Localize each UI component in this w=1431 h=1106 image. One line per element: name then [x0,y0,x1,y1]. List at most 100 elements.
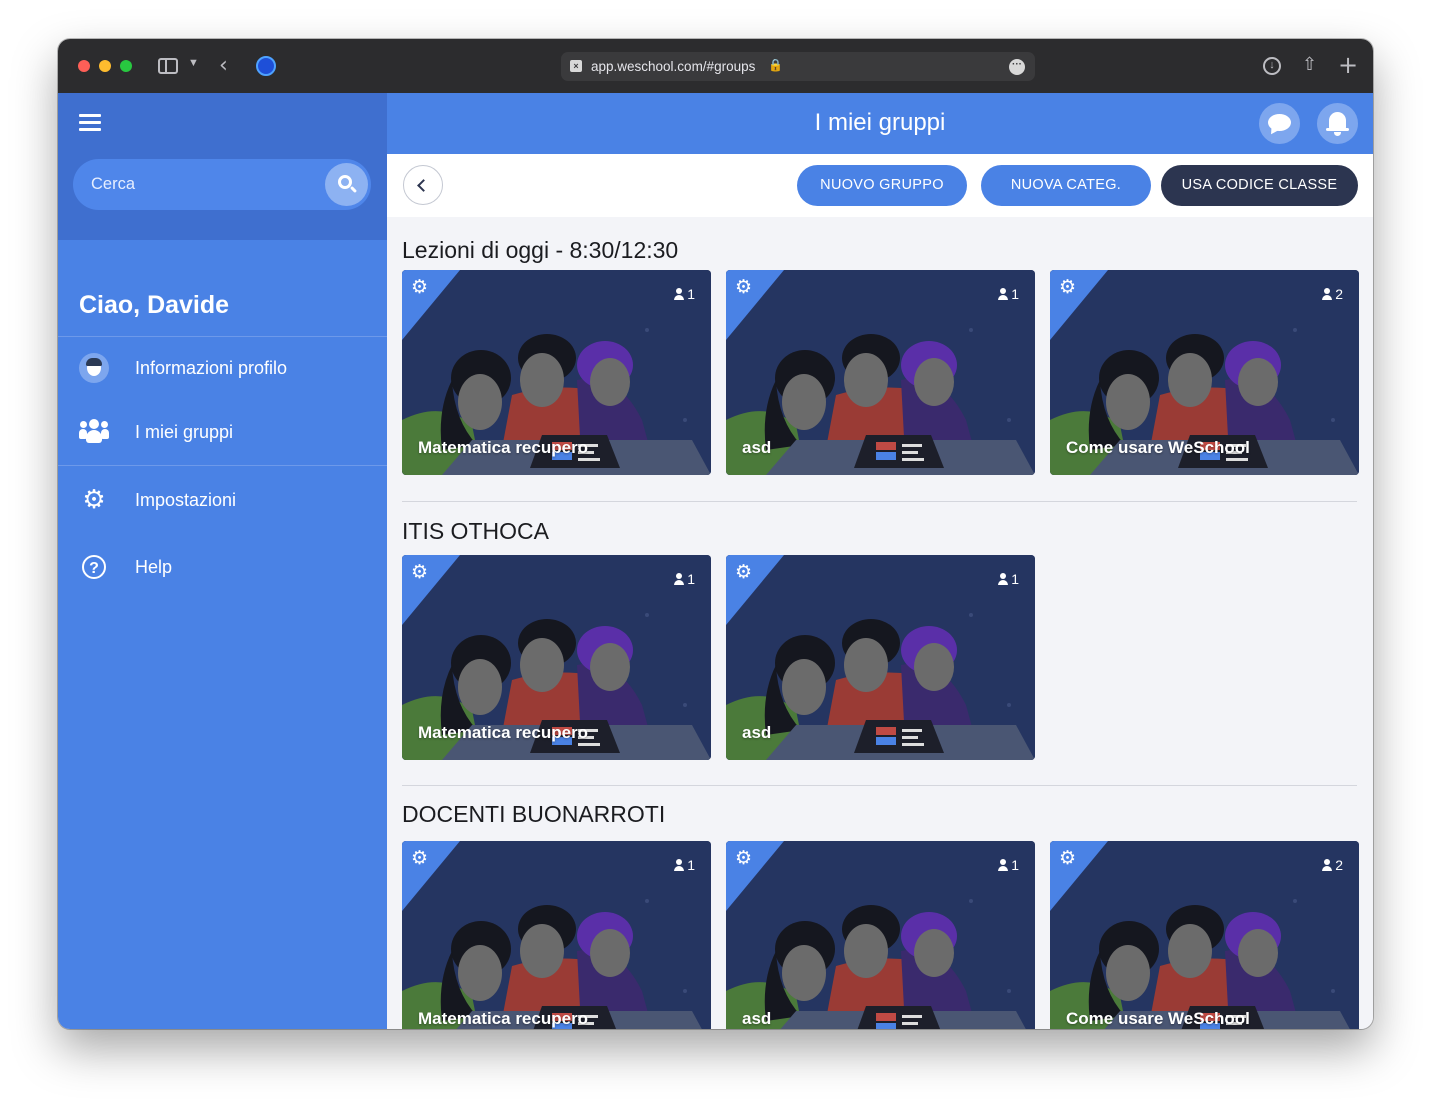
back-button[interactable] [403,165,443,205]
gear-icon[interactable]: ⚙ [735,561,752,583]
gear-icon[interactable]: ⚙ [411,276,428,298]
section-divider [402,785,1357,786]
member-count: 1 [674,571,695,587]
search-button[interactable] [325,163,368,206]
group-card[interactable]: ⚙ 2 Come usare WeSchool [1050,841,1359,1029]
search-box [73,159,371,210]
notifications-button[interactable] [1317,103,1358,144]
question-circle-icon: ? [82,555,106,579]
sidebar-item-settings[interactable]: ⚙ Impostazioni [58,478,387,522]
search-input[interactable] [91,173,311,195]
menu-icon[interactable] [79,114,101,132]
group-card[interactable]: ⚙ 1 asd [726,841,1035,1029]
group-card[interactable]: ⚙ 1 Matematica recupero [402,841,711,1029]
user-icon [1322,288,1333,300]
sidebar-item-groups[interactable]: I miei gruppi [58,410,387,454]
sidebar-item-label: I miei gruppi [135,422,234,442]
greeting: Ciao, Davide [79,291,230,319]
user-icon [674,288,685,300]
member-count-value: 1 [687,857,695,873]
browser-back-icon[interactable]: ‹ [219,53,228,78]
member-count: 2 [1322,857,1343,873]
member-count-value: 1 [1011,857,1019,873]
lock-icon: 🔒 [768,58,783,72]
new-group-button[interactable]: NUOVO GRUPPO [797,165,967,206]
bell-icon [1329,112,1346,129]
user-icon [998,859,1009,871]
group-card[interactable]: ⚙ 1 asd [726,555,1035,760]
user-icon [998,288,1009,300]
user-icon [1322,859,1333,871]
gear-icon[interactable]: ⚙ [735,276,752,298]
user-icon [998,573,1009,585]
address-bar[interactable]: × app.weschool.com/#groups 🔒 ··· [561,52,1035,81]
sidebar-item-label: Informazioni profilo [135,358,288,378]
new-tab-icon[interactable]: + [1338,51,1358,79]
chevron-left-icon [417,179,430,192]
download-icon[interactable]: ↓ [1263,57,1281,75]
member-count-value: 1 [687,286,695,302]
user-icon [674,859,685,871]
section-title: Lezioni di oggi - 8:30/12:30 [402,237,679,263]
group-card[interactable]: ⚙ 1 Matematica recupero [402,270,711,475]
section-title: DOCENTI BUONARROTI [402,801,666,827]
group-name: asd [742,438,772,457]
user-icon [674,573,685,585]
sidebar-divider [58,465,387,466]
group-name: Come usare WeSchool [1066,438,1250,457]
use-class-code-button[interactable]: USA CODICE CLASSE [1161,165,1358,206]
browser-window: ▼ ‹ × app.weschool.com/#groups 🔒 ··· ↓ ⇧… [58,39,1373,1029]
member-count-value: 1 [1011,571,1019,587]
group-name: Matematica recupero [418,438,589,457]
group-name: Matematica recupero [418,1009,589,1028]
browser-toolbar: ▼ ‹ × app.weschool.com/#groups 🔒 ··· ↓ ⇧… [58,39,1373,93]
gear-icon[interactable]: ⚙ [735,847,752,869]
group-card[interactable]: ⚙ 1 asd [726,270,1035,475]
sidebar-item-help[interactable]: ? Help [58,545,387,589]
gear-icon: ⚙ [82,485,106,515]
member-count: 1 [674,286,695,302]
sidebar: Ciao, Davide Informazioni profilo I miei… [58,93,387,1029]
member-count-value: 2 [1335,286,1343,302]
close-window-button[interactable] [78,60,90,72]
group-name: asd [742,723,772,742]
member-count: 2 [1322,286,1343,302]
group-card[interactable]: ⚙ 1 Matematica recupero [402,555,711,760]
group-name: Matematica recupero [418,723,589,742]
group-name: Come usare WeSchool [1066,1009,1250,1028]
main-content: I miei gruppi NUOVO GRUPPO NUOVA CATEG. … [387,93,1373,1029]
member-count: 1 [998,857,1019,873]
group-card[interactable]: ⚙ 2 Come usare WeSchool [1050,270,1359,475]
share-icon[interactable]: ⇧ [1302,54,1317,75]
profile-avatar-icon [79,353,109,383]
chat-button[interactable] [1259,103,1300,144]
section-title: ITIS OTHOCA [402,518,549,544]
maximize-window-button[interactable] [120,60,132,72]
chevron-down-icon[interactable]: ▼ [188,57,199,69]
page-title: I miei gruppi [814,109,946,136]
action-toolbar: NUOVO GRUPPO NUOVA CATEG. USA CODICE CLA… [387,154,1373,217]
new-category-button[interactable]: NUOVA CATEG. [981,165,1151,206]
member-count-value: 1 [687,571,695,587]
sidebar-item-profile[interactable]: Informazioni profilo [58,346,387,390]
section-divider [402,501,1357,502]
member-count-value: 1 [1011,286,1019,302]
gear-icon[interactable]: ⚙ [1059,276,1076,298]
sidebar-header [58,93,387,240]
site-favicon-icon: × [570,60,582,72]
gear-icon[interactable]: ⚙ [411,847,428,869]
sidebar-divider [58,336,387,337]
users-group-icon [79,417,109,447]
member-count: 1 [998,286,1019,302]
gear-icon[interactable]: ⚙ [1059,847,1076,869]
url-text[interactable]: app.weschool.com/#groups [591,59,755,74]
gear-icon[interactable]: ⚙ [411,561,428,583]
more-options-icon[interactable]: ··· [1009,59,1025,75]
member-count-value: 2 [1335,857,1343,873]
member-count: 1 [674,857,695,873]
sidebar-toggle-icon[interactable] [158,58,178,74]
minimize-window-button[interactable] [99,60,111,72]
privacy-shield-icon[interactable] [256,56,276,76]
sidebar-item-label: Impostazioni [135,490,237,510]
group-name: asd [742,1009,772,1028]
